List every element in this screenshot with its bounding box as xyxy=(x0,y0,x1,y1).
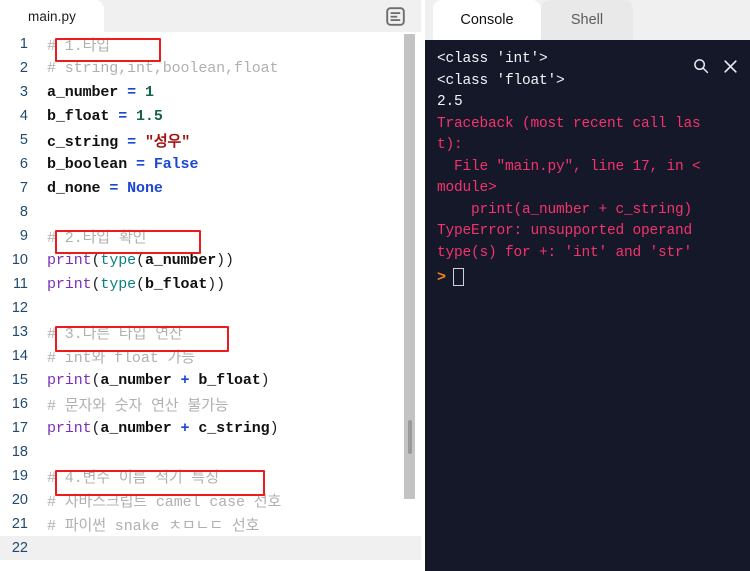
line-content: # 4.변수 이름 적기 특징 xyxy=(47,469,219,487)
line-content: # 파이썬 snake ㅊㅁㄴㄷ 선호 xyxy=(47,517,260,535)
line-number: 10 xyxy=(11,252,28,268)
ide-root: main.py 1 # 1.타입 2 # string,int,boolean,flo… xyxy=(0,0,750,571)
line-number: 7 xyxy=(19,180,28,196)
code-line[interactable]: 21 # 파이썬 snake ㅊㅁㄴㄷ 선호 xyxy=(0,512,425,536)
code-line[interactable]: 2 # string,int,boolean,float xyxy=(0,56,425,80)
line-number: 5 xyxy=(19,132,28,148)
code-line[interactable]: 3 a_number = 1 xyxy=(0,80,425,104)
line-content: b_boolean = False xyxy=(47,155,199,173)
console-output-line: File "main.py", line 17, in < xyxy=(437,158,701,175)
prompt-chevron-icon: > xyxy=(437,268,447,286)
line-content: # 2.타입 확인 xyxy=(47,229,147,247)
code-line[interactable]: 14 # int와 float 가능 xyxy=(0,344,425,368)
line-number: 19 xyxy=(11,468,28,484)
console-prompt-row[interactable]: > xyxy=(425,265,750,289)
line-content: # 3.다른 타입 연산 xyxy=(47,325,183,343)
line-content: a_number = 1 xyxy=(47,83,154,101)
line-content: d_none = None xyxy=(47,179,163,197)
code-line[interactable]: 13 # 3.다른 타입 연산 xyxy=(0,320,425,344)
line-content: # 자바스크립트 camel case 선호 xyxy=(47,493,282,511)
console-output-line: type(s) for +: 'int' and 'str' xyxy=(437,244,693,261)
line-content: b_float = 1.5 xyxy=(47,107,163,125)
prompt-cursor xyxy=(453,268,465,286)
line-number: 18 xyxy=(11,444,28,460)
tab-console-label: Console xyxy=(460,12,514,28)
line-number: 16 xyxy=(11,396,28,412)
console-output-line: t): xyxy=(437,137,463,153)
line-content: # 1.타입 xyxy=(47,37,111,55)
console-output-line: 2.5 xyxy=(437,94,463,110)
line-content: print(type(b_float)) xyxy=(47,275,226,293)
code-line[interactable]: 19 # 4.변수 이름 적기 특징 xyxy=(0,464,425,488)
line-number: 1 xyxy=(19,36,28,52)
console-output-line: module> xyxy=(437,180,497,196)
line-number: 8 xyxy=(19,204,28,220)
line-number: 4 xyxy=(19,108,28,124)
file-tab-label: main.py xyxy=(28,8,76,24)
code-line[interactable]: 17 print(a_number + c_string) xyxy=(0,416,425,440)
line-content: c_string = "성우" xyxy=(47,133,191,151)
line-number: 12 xyxy=(11,300,28,316)
line-number: 17 xyxy=(11,420,28,436)
code-line[interactable]: 20 # 자바스크립트 camel case 선호 xyxy=(0,488,425,512)
tab-shell[interactable]: Shell xyxy=(541,0,633,40)
code-line[interactable]: 4 b_float = 1.5 xyxy=(0,104,425,128)
line-content: # string,int,boolean,float xyxy=(47,59,279,77)
search-icon[interactable] xyxy=(693,58,709,74)
console-output-lines: <class 'int'> <class 'float'> 2.5 Traceback… xyxy=(425,49,750,264)
line-number: 22 xyxy=(11,540,28,556)
code-line[interactable]: 18 xyxy=(0,440,425,464)
line-number: 20 xyxy=(11,492,28,508)
code-line[interactable]: 15 print(a_number + b_float) xyxy=(0,368,425,392)
editor-scrollbar-grip[interactable] xyxy=(408,420,412,454)
file-tab-main-py[interactable]: main.py xyxy=(0,0,104,32)
console-pane: Console Shell <class 'int'> <class 'float… xyxy=(425,0,750,571)
line-number: 14 xyxy=(11,348,28,364)
editor-tab-bar: main.py xyxy=(0,0,425,32)
editor-pane: main.py 1 # 1.타입 2 # string,int,boolean,flo… xyxy=(0,0,425,571)
line-content: # int와 float 가능 xyxy=(47,349,195,367)
code-line[interactable]: 9 # 2.타입 확인 xyxy=(0,224,425,248)
line-content: print(type(a_number)) xyxy=(47,251,234,269)
console-output-line: TypeError: unsupported operand xyxy=(437,223,693,239)
line-number: 6 xyxy=(19,156,28,172)
line-number: 13 xyxy=(11,324,28,340)
code-line[interactable]: 8 xyxy=(0,200,425,224)
console-toolbar xyxy=(693,58,738,74)
console-tab-bar: Console Shell xyxy=(425,0,750,40)
line-number: 21 xyxy=(11,516,28,532)
console-output-line: Traceback (most recent call las xyxy=(437,115,701,132)
line-content: print(a_number + b_float) xyxy=(47,371,270,389)
line-number: 9 xyxy=(19,228,28,244)
line-number: 15 xyxy=(11,372,28,388)
code-line-list: 1 # 1.타입 2 # string,int,boolean,float 3 a_num… xyxy=(0,32,425,560)
code-line[interactable]: 12 xyxy=(0,296,425,320)
code-line[interactable]: 11 print(type(b_float)) xyxy=(0,272,425,296)
code-line[interactable]: 7 d_none = None xyxy=(0,176,425,200)
menu-lines-icon[interactable] xyxy=(386,7,405,26)
code-line[interactable]: 22 xyxy=(0,536,425,560)
code-line[interactable]: 1 # 1.타입 xyxy=(0,32,425,56)
line-number: 2 xyxy=(19,60,28,76)
line-content: # 문자와 숫자 연산 불가능 xyxy=(47,397,229,415)
code-line[interactable]: 10 print(type(a_number)) xyxy=(0,248,425,272)
console-output-area[interactable]: <class 'int'> <class 'float'> 2.5 Traceback… xyxy=(425,40,750,571)
code-editor-surface[interactable]: 1 # 1.타입 2 # string,int,boolean,float 3 a_num… xyxy=(0,32,425,571)
tab-shell-label: Shell xyxy=(570,12,604,28)
code-line[interactable]: 5 c_string = "성우" xyxy=(0,128,425,152)
line-number: 3 xyxy=(19,84,28,100)
code-line[interactable]: 6 b_boolean = False xyxy=(0,152,425,176)
console-output-line: print(a_number + c_string) xyxy=(437,201,693,218)
line-number: 11 xyxy=(12,276,28,292)
tab-console[interactable]: Console xyxy=(433,0,541,40)
line-content: print(a_number + c_string) xyxy=(47,419,279,437)
close-icon[interactable] xyxy=(723,59,738,74)
code-line[interactable]: 16 # 문자와 숫자 연산 불가능 xyxy=(0,392,425,416)
